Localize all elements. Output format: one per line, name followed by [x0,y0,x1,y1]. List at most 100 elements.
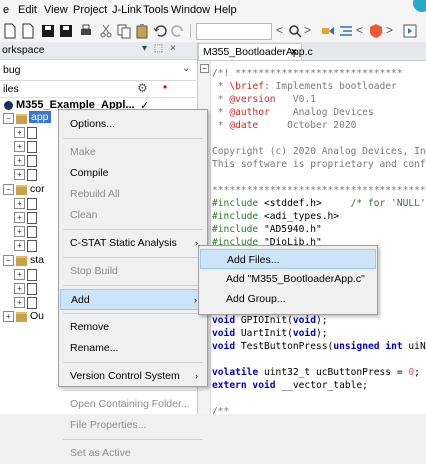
expand-icon[interactable]: + [14,212,25,223]
collapse-icon[interactable]: − [3,184,14,195]
code-token: * [212,120,230,131]
save-all-icon[interactable] [58,23,74,39]
code-token: V0.1 [275,94,316,105]
menu-file[interactable]: e [3,4,9,16]
expand-icon[interactable]: + [14,269,25,280]
submenu-item-add-group[interactable]: Add Group... [200,289,376,309]
menu-item-label: Options... [70,118,115,130]
files-column-label: iles [3,83,19,95]
code-line: #include <stddef.h> /* for 'NULL' */ [212,197,426,210]
fold-icon[interactable]: − [200,64,209,73]
menu-item-label: Make [70,146,96,158]
menu-view[interactable]: View [44,4,68,16]
menu-separator [63,390,203,391]
code-line: #include "AD5940.h" [212,223,322,236]
print-icon[interactable] [78,23,94,39]
cut-icon[interactable] [98,23,114,39]
code-token: void [212,315,241,326]
menu-item-set-as-active[interactable]: Set as Active [60,443,206,464]
settings-gear-icon[interactable]: ⚙ [137,81,148,95]
submenu-item-label: Add Files... [227,254,280,266]
configuration-value: bug [3,64,21,76]
file-icon [27,141,37,153]
expand-icon[interactable]: + [14,198,25,209]
chevron-down-icon: ⌄ [182,63,191,74]
download-icon[interactable] [402,23,418,39]
configuration-select[interactable]: bug ⌄ [0,60,196,81]
menu-item-stop-build[interactable]: Stop Build [60,261,206,282]
redo-icon[interactable] [170,23,186,39]
code-token: GPIOInit( [240,315,293,326]
expand-icon[interactable]: + [14,169,25,180]
bookmark-toggle-icon[interactable] [320,23,336,39]
menu-separator [63,285,203,286]
shield-icon[interactable] [368,23,384,39]
menu-tools[interactable]: Tools [143,4,169,16]
menu-item-options[interactable]: Options... [60,114,206,135]
menu-item-label: Open Containing Folder... [70,398,190,410]
menu-item-c-stat-static-analysis[interactable]: C-STAT Static Analysis › [60,233,206,254]
undo-icon[interactable] [152,23,168,39]
chevron-left-2-icon[interactable]: < [356,23,363,37]
tab-m355-bootloaderapp[interactable]: M355_BootloaderApp.c × [198,43,313,60]
save-icon[interactable] [40,23,56,39]
menu-item-version-control-system[interactable]: Version Control System › [60,366,206,387]
search-combo[interactable] [196,23,272,40]
menu-item-open-containing-folder[interactable]: Open Containing Folder... [60,394,206,415]
expand-icon[interactable]: + [14,297,25,308]
chevron-right-icon[interactable]: > [304,23,311,37]
menu-item-rename[interactable]: Rename... [60,338,206,359]
menu-window[interactable]: Window [171,4,210,16]
chevron-right-2-icon[interactable]: > [386,23,393,37]
menu-jlink[interactable]: J-Link [112,4,141,16]
folder-icon [16,185,27,195]
menu-item-clean[interactable]: Clean [60,205,206,226]
bookmark-next-icon[interactable] [338,23,354,39]
expand-icon[interactable]: + [3,311,14,322]
menu-item-rebuild-all[interactable]: Rebuild All [60,184,206,205]
search-icon[interactable] [287,23,303,39]
code-token: ); [315,328,328,339]
code-token: October 2020 [258,120,357,131]
code-token: @date [229,120,259,131]
menu-item-add[interactable]: Add › [60,289,206,310]
code-editor[interactable]: − /*! ***************************** * \b… [198,61,426,414]
menu-item-label: C-STAT Static Analysis [70,237,177,249]
tree-folder-app[interactable]: − app [0,111,56,125]
menu-item-label: Compile [70,167,109,179]
expand-icon[interactable]: + [14,240,25,251]
expand-icon[interactable]: + [14,155,25,166]
menu-item-remove[interactable]: Remove [60,317,206,338]
menu-help[interactable]: Help [214,4,237,16]
menu-item-compile[interactable]: Compile [60,163,206,184]
copy-icon[interactable] [116,23,132,39]
menu-item-file-properties[interactable]: File Properties... [60,415,206,436]
code-token: #include [212,198,264,209]
panel-pin-close-icon[interactable]: ▾ ⬚ × [142,43,178,54]
expand-icon[interactable]: + [14,127,25,138]
folder-icon [16,312,27,322]
code-token: This software is proprietary and confide… [212,159,426,170]
submenu-item-add-files[interactable]: Add Files... [200,249,376,269]
workspace-title: orkspace [2,44,45,56]
menu-edit[interactable]: Edit [18,4,37,16]
new-file-2-icon[interactable] [20,23,36,39]
expand-icon[interactable]: + [14,283,25,294]
submenu-item-add-m355-bootloaderapp-c[interactable]: Add "M355_BootloaderApp.c" [200,269,376,289]
menu-project[interactable]: Project [73,4,107,16]
code-line: * @date October 2020 [212,119,357,132]
submenu-arrow-icon: › [195,371,198,381]
collapse-icon[interactable]: − [3,113,14,124]
paste-icon[interactable] [134,23,150,39]
code-line: ************************************* [212,184,426,197]
expand-icon[interactable]: + [14,226,25,237]
chevron-left-icon[interactable]: < [276,23,283,37]
collapse-icon[interactable]: − [3,255,14,266]
code-line: * \brief: Implements bootloader [212,80,397,93]
tab-close-icon[interactable]: × [291,44,297,60]
menu-item-make[interactable]: Make [60,142,206,163]
expand-icon[interactable]: + [14,141,25,152]
new-file-icon[interactable] [2,23,18,39]
code-token: <adi_types.h> [263,211,340,222]
code-line: /** [212,405,229,414]
